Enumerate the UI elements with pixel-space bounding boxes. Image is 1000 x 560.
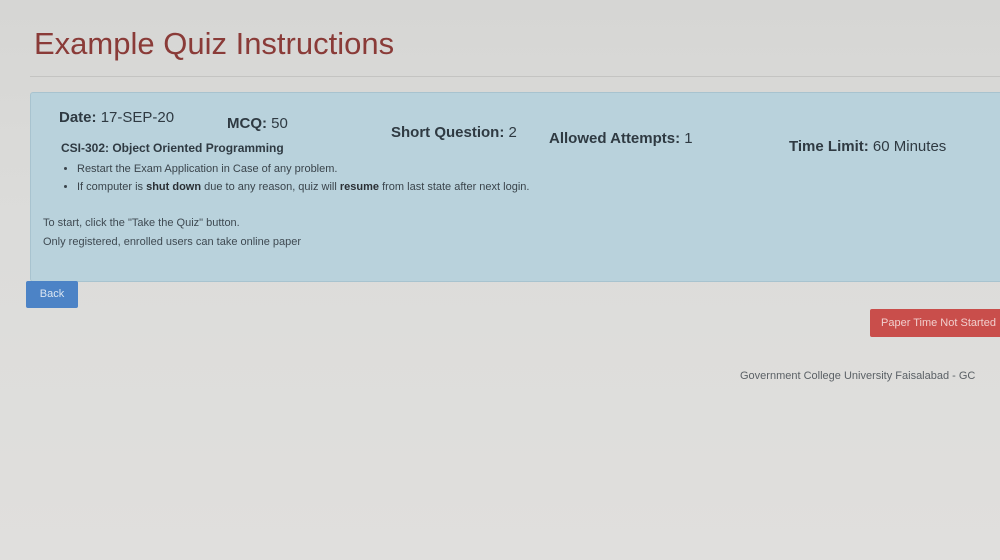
course-name: CSI-302: Object Oriented Programming: [61, 141, 284, 155]
list-item: If computer is shut down due to any reas…: [77, 181, 529, 193]
back-button[interactable]: Back: [26, 281, 78, 308]
mcq-info: MCQ: 50: [227, 115, 288, 132]
start-instruction: To start, click the "Take the Quiz" butt…: [43, 217, 240, 229]
quiz-info-panel: Date: 17-SEP-20 MCQ: 50 Short Question: …: [30, 92, 1000, 282]
time-limit-value: 60 Minutes: [872, 138, 947, 155]
paper-status-button[interactable]: Paper Time Not Started: [870, 309, 1000, 337]
date-value: 17-SEP-20: [100, 109, 175, 126]
rule-text: due to any reason, quiz will: [201, 181, 340, 193]
title-divider: [30, 76, 1000, 77]
time-limit-label: Time Limit:: [789, 138, 869, 155]
mcq-label: MCQ:: [227, 115, 267, 132]
rule-text: Restart the Exam Application in Case of …: [77, 163, 338, 175]
mcq-value: 50: [271, 115, 288, 132]
date-label: Date:: [59, 109, 97, 126]
date-info: Date: 17-SEP-20: [59, 109, 174, 126]
time-limit-info: Time Limit: 60 Minutes: [789, 138, 946, 155]
rule-emphasis: resume: [339, 181, 380, 193]
short-question-info: Short Question: 2: [391, 124, 517, 141]
short-question-value: 2: [508, 124, 517, 141]
attempts-value: 1: [684, 130, 693, 147]
attempts-info: Allowed Attempts: 1: [549, 130, 693, 147]
rule-emphasis: shut down: [146, 181, 202, 193]
short-question-label: Short Question:: [391, 124, 505, 141]
registration-note: Only registered, enrolled users can take…: [43, 236, 302, 248]
attempts-label: Allowed Attempts:: [549, 130, 681, 147]
rule-text: from last state after next login.: [379, 181, 530, 193]
footer-text: Government College University Faisalabad…: [740, 370, 976, 382]
page-title: Example Quiz Instructions: [34, 26, 395, 61]
rule-text: If computer is: [77, 181, 147, 193]
list-item: Restart the Exam Application in Case of …: [77, 163, 529, 175]
instruction-list: Restart the Exam Application in Case of …: [77, 163, 529, 199]
